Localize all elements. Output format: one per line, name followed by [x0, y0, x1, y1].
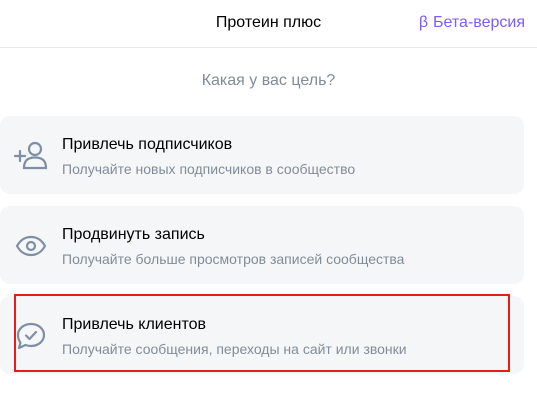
beta-label: Бета-версия	[433, 14, 525, 31]
goal-card-promote-post[interactable]: Продвинуть запись Получайте больше просм…	[0, 206, 524, 284]
goal-title: Продвинуть запись	[62, 226, 205, 243]
beta-icon: β	[418, 14, 429, 31]
add-user-icon	[13, 138, 49, 174]
goal-description: Получайте новых подписчиков в сообщество	[62, 161, 356, 177]
goal-description: Получайте больше просмотров записей сооб…	[62, 251, 405, 267]
goal-title: Привлечь подписчиков	[62, 136, 233, 153]
goal-card-clients[interactable]: Привлечь клиентов Получайте сообщения, п…	[0, 296, 524, 374]
eye-icon	[13, 228, 49, 264]
goal-description: Получайте сообщения, переходы на сайт ил…	[62, 341, 407, 357]
page-header: Протеин плюс β Бета-версия	[0, 0, 537, 48]
beta-version-link[interactable]: β Бета-версия	[419, 14, 525, 32]
chat-check-icon	[13, 318, 49, 354]
goal-title: Привлечь клиентов	[62, 316, 207, 333]
goal-question: Какая у вас цель?	[201, 72, 336, 89]
goal-card-subscribers[interactable]: Привлечь подписчиков Получайте новых под…	[0, 116, 524, 194]
